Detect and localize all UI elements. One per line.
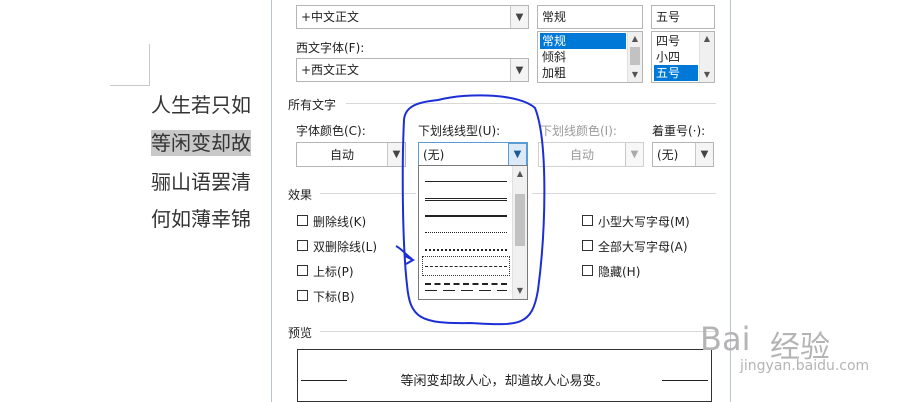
font-style-option[interactable]: 倾斜 [540, 49, 626, 65]
strikethrough-label[interactable]: 删除线(K) [313, 213, 366, 230]
font-color-combo[interactable]: 自动 ▼ [296, 142, 406, 167]
western-font-label: 西文字体(F): [296, 41, 365, 55]
underline-color-combo: 自动 ▼ [538, 142, 644, 167]
font-size-option[interactable]: 小四 [654, 49, 698, 65]
superscript-label[interactable]: 上标(P) [313, 263, 354, 280]
scroll-up-icon[interactable]: ▲ [700, 32, 714, 46]
preview-text: 等闲变却故人心，却道故人心易变。 [400, 374, 609, 389]
double-strikethrough-label[interactable]: 双删除线(L) [313, 238, 377, 255]
font-size-list[interactable]: 四号 小四 五号 ▲ ▼ [651, 31, 715, 83]
preview-box: 等闲变却故人心，却道故人心易变。 [297, 349, 712, 402]
underline-option-heavy-dotted[interactable] [423, 240, 509, 258]
font-size-input[interactable]: 五号 [651, 5, 715, 29]
emphasis-mark-value: (无) [657, 148, 679, 162]
baidu-logo-icon: Bai [700, 320, 751, 358]
preview-baseline [662, 380, 708, 381]
chinese-font-value: +中文正文 [301, 10, 360, 24]
western-font-combo[interactable]: +西文正文 ▼ [296, 58, 529, 82]
effects-section-label: 效果 [288, 188, 313, 202]
scroll-up-icon[interactable]: ▲ [628, 32, 642, 46]
underline-color-value: 自动 [569, 148, 594, 162]
underline-style-scrollbar[interactable]: ▲ ▼ [512, 166, 527, 299]
font-color-label: 字体颜色(C): [296, 124, 366, 138]
chevron-down-icon: ▼ [625, 143, 643, 166]
underline-style-label: 下划线线型(U): [418, 124, 501, 138]
underline-option-long-dashed[interactable] [423, 288, 509, 306]
small-caps-checkbox[interactable] [582, 215, 593, 226]
underline-option-dashed[interactable] [422, 256, 510, 276]
strikethrough-checkbox[interactable] [297, 215, 308, 226]
underline-option-single[interactable] [423, 172, 509, 190]
preview-section-label: 预览 [288, 326, 313, 340]
section-divider [532, 193, 716, 194]
document-line-selected: 等闲变却故 [151, 130, 251, 156]
all-text-section-label: 所有文字 [288, 98, 337, 112]
all-caps-label[interactable]: 全部大写字母(A) [598, 238, 688, 255]
font-style-scrollbar[interactable]: ▲ ▼ [627, 32, 642, 82]
font-style-option[interactable]: 加粗 [540, 65, 626, 81]
margin-mark [149, 44, 150, 86]
document-line: 何如薄幸锦 [151, 207, 251, 231]
chevron-down-icon[interactable]: ▼ [387, 143, 405, 166]
font-size-option[interactable]: 五号 [654, 65, 698, 81]
document-line: 人生若只如 [151, 93, 251, 117]
double-strikethrough-checkbox[interactable] [297, 240, 308, 251]
underline-color-label: 下划线颜色(I): [540, 124, 617, 138]
chevron-down-icon[interactable]: ▼ [510, 59, 528, 81]
western-font-value: +西文正文 [301, 63, 360, 77]
chevron-down-icon[interactable]: ▼ [510, 6, 528, 28]
margin-mark [110, 85, 150, 86]
font-style-list[interactable]: 常规 倾斜 加粗 ▲ ▼ [537, 31, 643, 83]
font-color-value: 自动 [329, 148, 354, 162]
all-caps-checkbox[interactable] [582, 240, 593, 251]
emphasis-mark-combo[interactable]: (无) ▼ [652, 142, 714, 167]
superscript-checkbox[interactable] [297, 265, 308, 276]
font-dialog: +中文正文 ▼ 常规 常规 倾斜 加粗 ▲ ▼ 五号 四号 小四 五号 ▲ ▼ … [271, 0, 731, 402]
watermark-url: jingyan.baidu.com [740, 358, 870, 374]
scroll-thumb[interactable] [630, 47, 640, 65]
chevron-down-icon[interactable]: ▼ [695, 143, 713, 166]
font-size-scrollbar[interactable]: ▲ ▼ [699, 32, 714, 82]
hidden-label[interactable]: 隐藏(H) [598, 263, 640, 280]
underline-option-dotted[interactable] [423, 223, 509, 241]
scroll-thumb[interactable] [515, 194, 525, 246]
subscript-label[interactable]: 下标(B) [313, 288, 355, 305]
subscript-checkbox[interactable] [297, 290, 308, 301]
section-divider [346, 103, 716, 104]
hidden-checkbox[interactable] [582, 265, 593, 276]
chinese-font-combo[interactable]: +中文正文 ▼ [296, 5, 529, 29]
section-divider [320, 331, 716, 332]
scroll-down-icon[interactable]: ▼ [513, 284, 527, 298]
small-caps-label[interactable]: 小型大写字母(M) [598, 213, 690, 230]
underline-style-combo[interactable]: (无) ▼ [418, 142, 528, 167]
chevron-down-icon[interactable]: ▼ [508, 143, 527, 166]
section-divider [320, 193, 416, 194]
font-style-input[interactable]: 常规 [537, 5, 643, 29]
font-size-value: 五号 [656, 10, 681, 24]
underline-option-double[interactable] [423, 189, 509, 207]
scroll-down-icon[interactable]: ▼ [628, 68, 642, 82]
document-line: 骊山语罢清 [151, 170, 251, 194]
scroll-up-icon[interactable]: ▲ [513, 167, 527, 181]
underline-style-value: (无) [423, 148, 445, 162]
font-style-value: 常规 [542, 10, 567, 24]
underline-style-dropdown[interactable]: ▲ ▼ [418, 165, 528, 300]
emphasis-mark-label: 着重号(·): [652, 124, 706, 138]
font-size-option[interactable]: 四号 [654, 33, 698, 49]
underline-option-thick[interactable] [423, 206, 509, 224]
scroll-down-icon[interactable]: ▼ [700, 68, 714, 82]
font-style-option[interactable]: 常规 [540, 33, 626, 49]
